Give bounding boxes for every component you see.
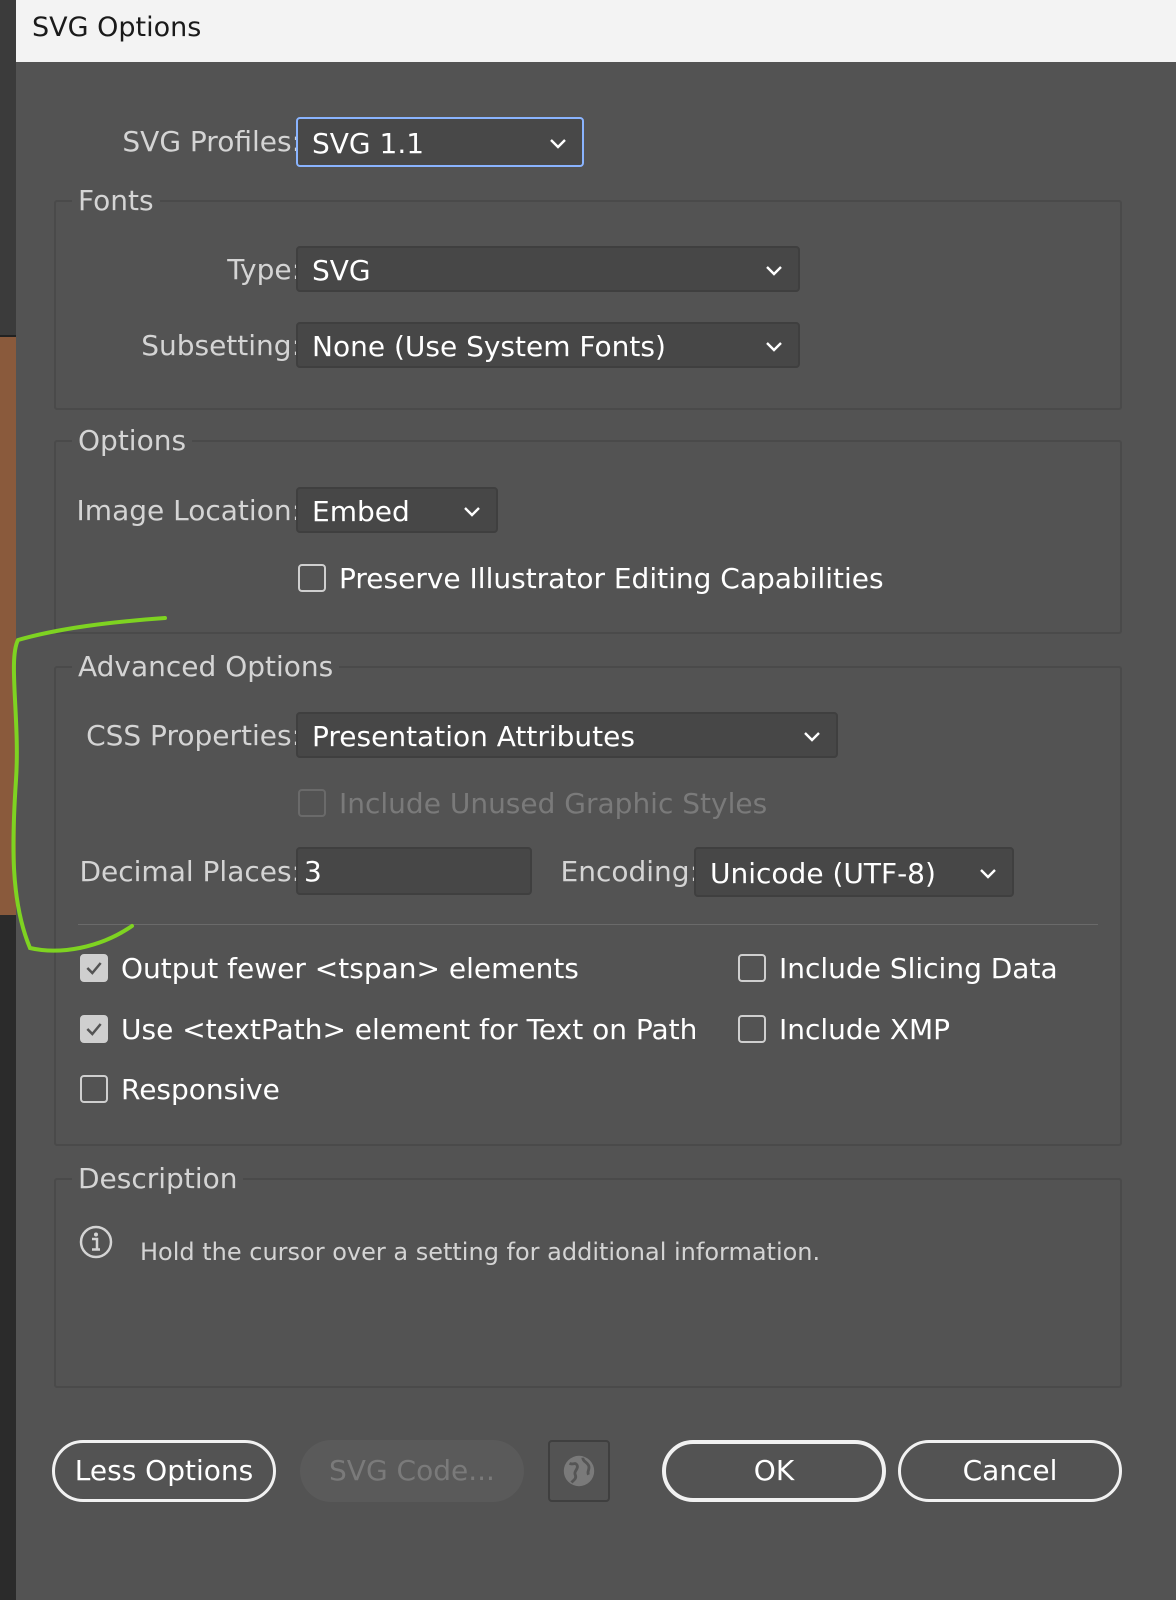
ok-button[interactable]: OK (662, 1440, 886, 1502)
image-location-dropdown[interactable]: Embed (296, 487, 498, 533)
subsetting-value: None (Use System Fonts) (312, 330, 666, 363)
svg-options-dialog: SVG Options SVG Profiles: SVG 1.1 Fonts … (16, 0, 1176, 1600)
fonts-section (54, 200, 1122, 410)
checkmark-icon (86, 962, 102, 975)
output-fewer-tspan-checkbox[interactable] (80, 954, 108, 982)
font-type-label: Type: (227, 253, 301, 286)
include-slicing-data-checkbox[interactable] (738, 954, 766, 982)
dialog-title: SVG Options (32, 12, 202, 43)
responsive-checkbox[interactable] (80, 1075, 108, 1103)
svg-profiles-dropdown[interactable]: SVG 1.1 (296, 117, 584, 167)
output-fewer-tspan-label: Output fewer <tspan> elements (121, 952, 579, 985)
advanced-options-legend: Advanced Options (72, 650, 340, 683)
decimal-places-input[interactable]: 3 (296, 847, 532, 895)
description-text: Hold the cursor over a setting for addit… (140, 1238, 821, 1266)
use-textpath-label: Use <textPath> element for Text on Path (121, 1013, 698, 1046)
css-properties-dropdown[interactable]: Presentation Attributes (296, 712, 838, 758)
chevron-down-icon (980, 869, 996, 879)
image-location-value: Embed (312, 495, 410, 528)
css-properties-label: CSS Properties: (86, 719, 301, 752)
description-legend: Description (72, 1162, 244, 1195)
css-properties-value: Presentation Attributes (312, 720, 635, 753)
responsive-label: Responsive (121, 1073, 280, 1106)
font-type-dropdown[interactable]: SVG (296, 246, 800, 292)
include-xmp-label: Include XMP (779, 1013, 951, 1046)
less-options-button[interactable]: Less Options (52, 1440, 276, 1502)
web-preview-button[interactable] (548, 1440, 610, 1502)
preserve-editing-checkbox[interactable] (298, 564, 326, 592)
cancel-button[interactable]: Cancel (898, 1440, 1122, 1502)
title-bar: SVG Options (16, 0, 1176, 62)
chevron-down-icon (804, 732, 820, 742)
include-slicing-data-label: Include Slicing Data (779, 952, 1058, 985)
chevron-down-icon (464, 507, 480, 517)
image-location-label: Image Location: (76, 494, 301, 527)
chevron-down-icon (766, 342, 782, 352)
font-type-value: SVG (312, 254, 371, 287)
description-section (54, 1178, 1122, 1388)
chevron-down-icon (550, 139, 566, 149)
encoding-label: Encoding: (560, 855, 699, 888)
fonts-legend: Fonts (72, 184, 160, 217)
checkmark-icon (86, 1023, 102, 1036)
options-legend: Options (72, 424, 193, 457)
decimal-places-value: 3 (304, 855, 322, 888)
advanced-separator (78, 924, 1098, 925)
include-unused-styles-label: Include Unused Graphic Styles (339, 787, 768, 820)
svg-profiles-label: SVG Profiles: (122, 125, 301, 158)
chevron-down-icon (766, 266, 782, 276)
svg-code-button[interactable]: SVG Code... (300, 1440, 524, 1502)
decimal-places-label: Decimal Places: (79, 855, 301, 888)
svg-profiles-value: SVG 1.1 (312, 127, 425, 160)
encoding-dropdown[interactable]: Unicode (UTF-8) (694, 847, 1014, 897)
include-xmp-checkbox[interactable] (738, 1015, 766, 1043)
subsetting-dropdown[interactable]: None (Use System Fonts) (296, 322, 800, 368)
preserve-editing-label: Preserve Illustrator Editing Capabilitie… (339, 562, 884, 595)
options-section (54, 440, 1122, 634)
use-textpath-checkbox[interactable] (80, 1015, 108, 1043)
subsetting-label: Subsetting: (141, 329, 301, 362)
globe-icon (563, 1455, 595, 1487)
encoding-value: Unicode (UTF-8) (710, 857, 936, 890)
include-unused-styles-checkbox[interactable] (298, 789, 326, 817)
info-icon (79, 1225, 113, 1259)
